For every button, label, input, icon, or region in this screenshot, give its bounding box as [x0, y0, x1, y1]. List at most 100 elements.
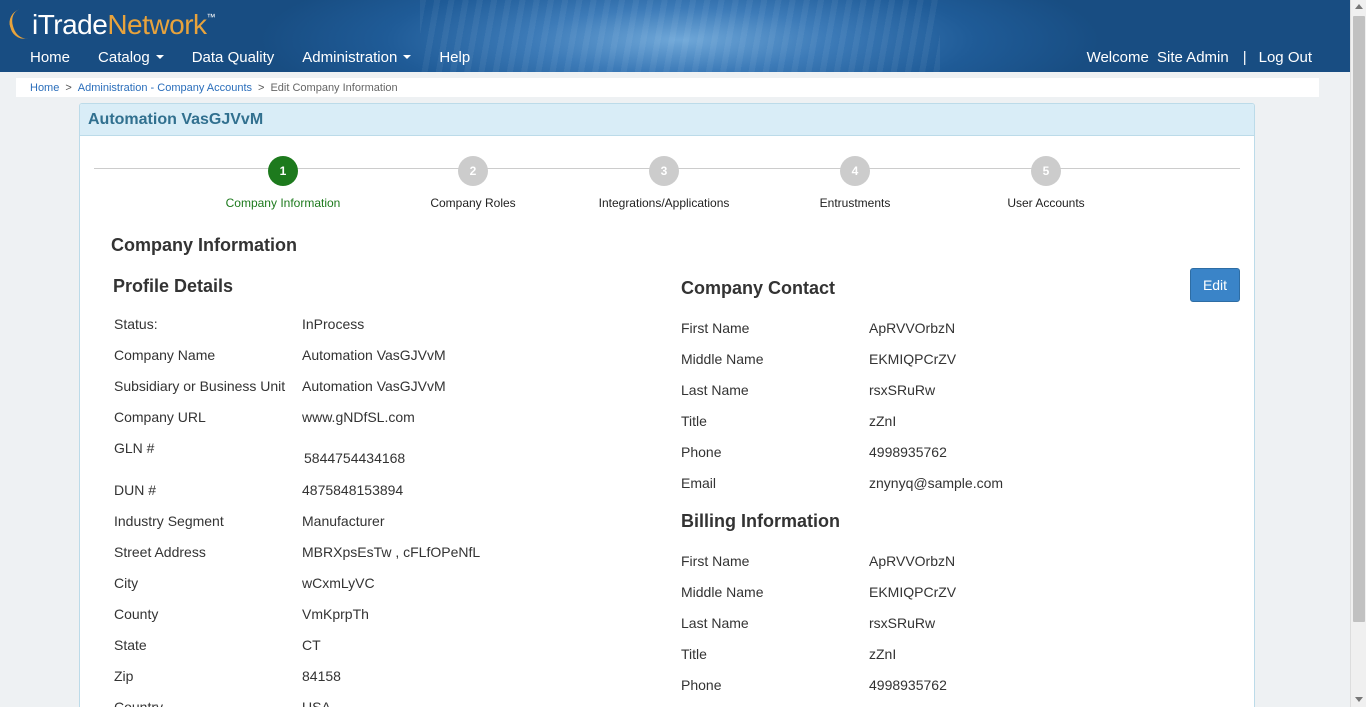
field-label: Phone [681, 444, 722, 460]
field-value: zZnI [869, 646, 897, 662]
edit-button[interactable]: Edit [1190, 268, 1240, 302]
step-label: Company Roles [430, 196, 516, 210]
logo-trademark: ™ [206, 12, 216, 22]
field-label: GLN # [114, 440, 155, 456]
billing-information-title: Billing Information [681, 511, 840, 531]
step-user-accounts[interactable]: 5 User Accounts [966, 156, 1126, 210]
section-title: Company Information [111, 235, 298, 255]
main-nav: Home Catalog Data Quality Administration… [16, 46, 484, 68]
nav-data-quality[interactable]: Data Quality [178, 49, 289, 66]
nav-catalog-label: Catalog [98, 48, 150, 66]
field-label: City [114, 575, 139, 591]
profile-details-title: Profile Details [113, 276, 234, 296]
company-panel: Automation VasGJVvM 1 Company Informatio… [79, 103, 1255, 707]
nav-home[interactable]: Home [16, 49, 84, 66]
field-value: www.gNDfSL.com [302, 409, 415, 425]
company-contact-title: Company Contact [681, 278, 836, 298]
field-label: Subsidiary or Business Unit [114, 378, 286, 394]
panel-title: Automation VasGJVvM [88, 110, 264, 128]
user-separator: | [1242, 48, 1247, 66]
chevron-down-icon [403, 55, 412, 59]
itrade-network-logo[interactable]: iTrade Network ™ [5, 6, 216, 43]
field-label: Company Name [114, 347, 216, 363]
nav-administration-dropdown[interactable]: Administration [288, 49, 425, 66]
field-label: Country [114, 699, 164, 707]
field-label: Title [681, 413, 707, 429]
breadcrumb-separator: > [65, 81, 72, 94]
field-label: Industry Segment [114, 513, 224, 529]
field-value: VmKprpTh [302, 606, 369, 622]
field-value: rsxSRuRw [869, 382, 936, 398]
step-entrustments[interactable]: 4 Entrustments [775, 156, 935, 210]
field-label: County [114, 606, 159, 622]
field-label: Phone [681, 677, 722, 693]
breadcrumb-separator: > [258, 81, 265, 94]
nav-administration-label: Administration [302, 48, 398, 66]
field-value: Automation VasGJVvM [302, 347, 446, 363]
step-integrations-applications[interactable]: 3 Integrations/Applications [584, 156, 744, 210]
logout-link[interactable]: Log Out [1259, 49, 1312, 66]
step-label: Company Information [225, 196, 341, 210]
logo-swirl-icon [5, 7, 35, 43]
step-label: Integrations/Applications [598, 196, 730, 210]
field-value: MBRXpsEsTw , cFLfOPeNfL [302, 544, 481, 560]
welcome-text: Welcome [1086, 48, 1149, 66]
nav-help[interactable]: Help [425, 49, 484, 66]
chevron-down-icon [155, 55, 164, 59]
step-number: 2 [458, 156, 488, 186]
scroll-down-icon[interactable] [1355, 697, 1363, 702]
field-label: Middle Name [681, 351, 764, 367]
user-area: Welcome Site Admin | Log Out [1087, 46, 1312, 68]
field-label: Street Address [114, 544, 206, 560]
field-label: Last Name [681, 615, 749, 631]
field-value: znynyq@sample.com [869, 475, 1004, 491]
scrollbar-thumb[interactable] [1353, 16, 1365, 622]
field-value: 4875848153894 [302, 482, 404, 498]
field-value: 84158 [302, 668, 341, 684]
field-value: 4998935762 [869, 444, 947, 460]
field-label: Zip [114, 668, 134, 684]
step-number: 3 [649, 156, 679, 186]
nav-home-label: Home [30, 48, 71, 66]
top-header: iTrade Network ™ Home Catalog Data Quali… [0, 0, 1350, 72]
step-number: 1 [268, 156, 298, 186]
panel-header: Automation VasGJVvM [80, 104, 1254, 136]
field-value: InProcess [302, 316, 365, 332]
field-value: 4998935762 [869, 677, 947, 693]
breadcrumb-current: Edit Company Information [270, 81, 398, 94]
nav-help-label: Help [439, 48, 471, 66]
field-label: State [114, 637, 147, 653]
field-label: Company URL [114, 409, 206, 425]
scroll-up-icon[interactable] [1355, 4, 1363, 9]
field-label: Middle Name [681, 584, 764, 600]
field-label: Status: [114, 316, 158, 332]
step-company-information[interactable]: 1 Company Information [203, 156, 363, 210]
nav-data-quality-label: Data Quality [191, 48, 275, 66]
field-value: ApRVVOrbzN [869, 320, 956, 336]
field-label: DUN # [114, 482, 157, 498]
logo-text-main: iTrade [32, 9, 108, 40]
field-label: First Name [681, 553, 750, 569]
field-label: Last Name [681, 382, 749, 398]
field-value: USA [302, 699, 331, 707]
field-value: 5844754434168 [304, 450, 406, 466]
nav-catalog-dropdown[interactable]: Catalog [84, 49, 178, 66]
field-value: Manufacturer [302, 513, 385, 529]
field-value: rsxSRuRw [869, 615, 936, 631]
breadcrumb: Home > Administration - Company Accounts… [16, 78, 1319, 97]
step-company-roles[interactable]: 2 Company Roles [393, 156, 553, 210]
step-label: Entrustments [819, 196, 891, 210]
field-value: wCxmLyVC [302, 575, 375, 591]
field-value: CT [302, 637, 321, 653]
breadcrumb-company-accounts[interactable]: Administration - Company Accounts [78, 82, 252, 94]
field-value: zZnI [869, 413, 897, 429]
step-number: 4 [840, 156, 870, 186]
page-scrollbar[interactable] [1350, 0, 1366, 707]
header-decoration [420, 0, 940, 72]
field-value: Automation VasGJVvM [302, 378, 446, 394]
user-name[interactable]: Site Admin [1157, 49, 1229, 66]
step-number: 5 [1031, 156, 1061, 186]
field-value: ApRVVOrbzN [869, 553, 956, 569]
field-value: EKMIQPCrZV [869, 351, 957, 367]
breadcrumb-home[interactable]: Home [30, 82, 59, 94]
